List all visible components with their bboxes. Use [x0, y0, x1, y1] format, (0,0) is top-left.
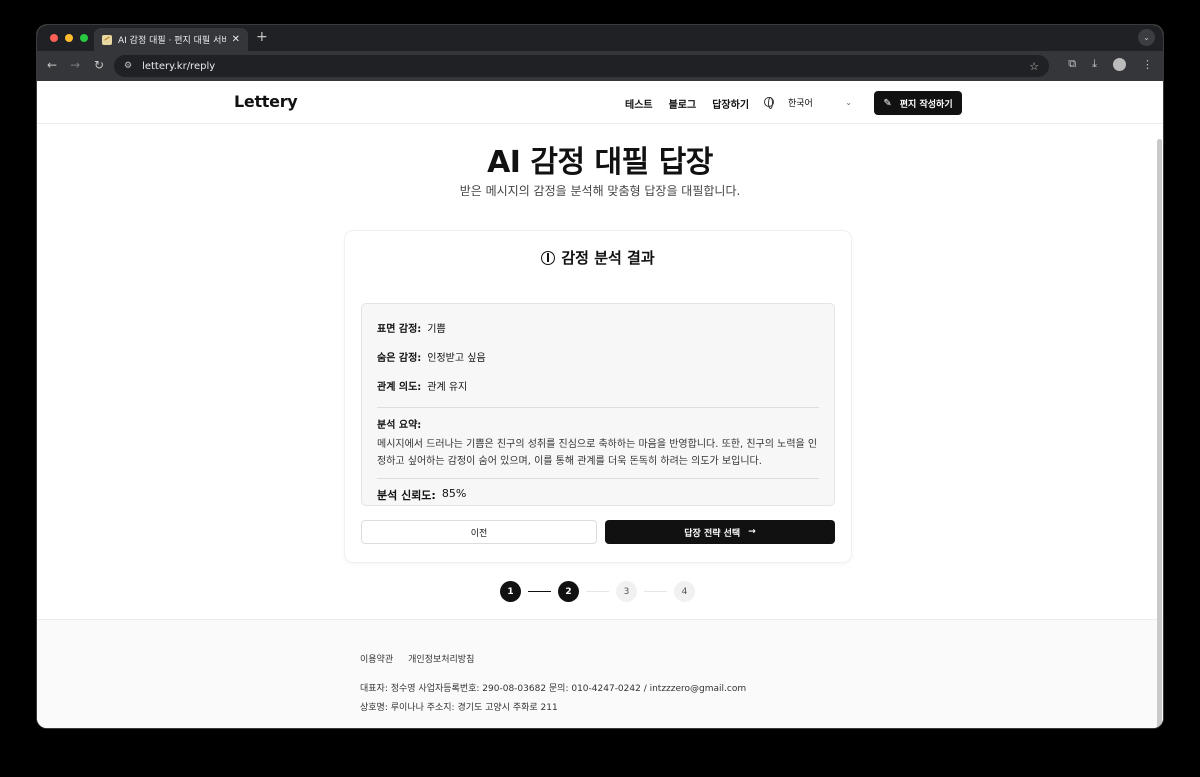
web-page: Lettery 테스트 블로그 답장하기 한국어 ⌄ ✎ 편지 작성하기 AI …: [37, 81, 1163, 728]
reload-icon[interactable]: ↻: [94, 58, 104, 72]
site-logo[interactable]: Lettery: [234, 92, 298, 111]
tab-search-icon[interactable]: ⌄: [1138, 29, 1155, 46]
brain-icon: [541, 250, 556, 265]
url-text: lettery.kr/reply: [142, 60, 216, 72]
nav-link-test[interactable]: 테스트: [625, 96, 653, 111]
language-select[interactable]: 한국어 ⌄: [784, 92, 856, 112]
page-title: AI 감정 대필 답장: [487, 145, 713, 180]
browser-window: AI 감정 대필 · 편지 대필 서비스 - L ✕ + ⌄ ← → ↻ ⚙ l…: [37, 25, 1163, 728]
step-2: 2: [558, 581, 579, 602]
browser-tab[interactable]: AI 감정 대필 · 편지 대필 서비스 - L ✕: [94, 28, 248, 51]
scrollbar[interactable]: [1157, 139, 1162, 728]
select-reply-strategy-button[interactable]: 답장 전략 선택 →: [605, 520, 835, 544]
profile-avatar[interactable]: [1113, 57, 1126, 71]
confidence-row: 분석 신뢰도: 85%: [377, 487, 819, 503]
confidence-label: 분석 신뢰도:: [377, 489, 436, 502]
analysis-heading: 감정 분석 결과: [345, 247, 851, 268]
pen-icon: ✎: [883, 97, 892, 109]
site-header: Lettery 테스트 블로그 답장하기 한국어 ⌄ ✎ 편지 작성하기: [37, 81, 1163, 124]
footer-links: 이용약관 개인정보처리방침: [360, 652, 474, 665]
language-value: 한국어: [788, 98, 813, 109]
step-connector: [528, 590, 551, 593]
hidden-emotion-label: 숨은 감정:: [377, 353, 422, 364]
hidden-emotion-value: 인정받고 싶음: [427, 353, 486, 364]
window-controls: [50, 34, 88, 42]
tab-bar: AI 감정 대필 · 편지 대필 서비스 - L ✕ + ⌄: [37, 25, 1163, 51]
tab-close-icon[interactable]: ✕: [232, 34, 240, 45]
download-icon[interactable]: ⤓: [1092, 57, 1097, 71]
new-tab-icon[interactable]: +: [256, 29, 268, 45]
surface-emotion-label: 표면 감정:: [377, 324, 422, 335]
analysis-result-box: 표면 감정: 기쁨 숨은 감정: 인정받고 싶음 관계 의도: 관계 유지 분석…: [361, 303, 835, 506]
step-4: 4: [674, 581, 695, 602]
analysis-heading-text: 감정 분석 결과: [561, 249, 655, 267]
hidden-emotion-row: 숨은 감정: 인정받고 싶음: [377, 349, 819, 364]
site-info-icon[interactable]: ⚙: [124, 61, 132, 71]
nav-link-reply[interactable]: 답장하기: [712, 96, 749, 111]
step-3: 3: [616, 581, 637, 602]
summary-label: 분석 요약:: [377, 420, 422, 431]
bookmark-star-icon[interactable]: ☆: [1029, 60, 1039, 73]
step-connector: [586, 590, 609, 593]
privacy-link[interactable]: 개인정보처리방침: [408, 652, 474, 665]
step-1: 1: [500, 581, 521, 602]
more-menu-icon[interactable]: ⋮: [1142, 58, 1153, 71]
globe-icon: [764, 97, 774, 109]
language-selector: 한국어 ⌄: [764, 92, 856, 112]
relationship-intent-label: 관계 의도:: [377, 382, 422, 393]
browser-toolbar: ← → ↻ ⚙ lettery.kr/reply ☆ ⧉ ⤓ ⋮: [37, 51, 1163, 81]
terms-link[interactable]: 이용약관: [360, 652, 393, 665]
arrow-right-icon: →: [748, 527, 756, 537]
extensions-icon[interactable]: ⧉: [1068, 57, 1076, 71]
surface-emotion-row: 표면 감정: 기쁨: [377, 320, 819, 335]
toolbar-actions: ⧉ ⤓ ⋮: [1068, 57, 1153, 71]
select-reply-strategy-label: 답장 전략 선택: [684, 528, 741, 539]
site-footer: 이용약관 개인정보처리방침 대표자: 정수영 사업자등록번호: 290-08-0…: [37, 619, 1163, 728]
minimize-window-button[interactable]: [65, 34, 73, 42]
page-subtitle: 받은 메시지의 감정을 분석해 맞춤형 답장을 대필합니다.: [459, 184, 741, 198]
previous-button[interactable]: 이전: [361, 520, 597, 544]
relationship-intent-row: 관계 의도: 관계 유지: [377, 378, 819, 393]
divider: [377, 478, 819, 479]
main-nav: 테스트 블로그 답장하기: [625, 96, 749, 111]
close-window-button[interactable]: [50, 34, 58, 42]
forward-icon[interactable]: →: [70, 58, 80, 72]
address-bar[interactable]: ⚙ lettery.kr/reply ☆: [114, 55, 1049, 77]
confidence-value: 85%: [441, 487, 467, 500]
nav-link-blog[interactable]: 블로그: [669, 96, 697, 111]
step-connector: [644, 590, 667, 593]
write-letter-button[interactable]: ✎ 편지 작성하기: [874, 91, 962, 115]
step-indicator: 1 2 3 4: [500, 581, 695, 602]
maximize-window-button[interactable]: [80, 34, 88, 42]
surface-emotion-value: 기쁨: [427, 324, 446, 335]
write-letter-label: 편지 작성하기: [899, 99, 953, 110]
divider: [377, 407, 819, 408]
chevron-down-icon: ⌄: [845, 97, 852, 107]
favicon-icon: [102, 34, 112, 45]
analysis-card: 감정 분석 결과 표면 감정: 기쁨 숨은 감정: 인정받고 싶음 관계 의도:…: [345, 231, 851, 562]
summary-text: 메시지에서 드러나는 기쁨은 친구의 성취를 진심으로 축하하는 마음을 반영합…: [377, 439, 818, 467]
back-icon[interactable]: ←: [47, 58, 57, 72]
relationship-intent-value: 관계 유지: [427, 382, 468, 393]
business-info: 대표자: 정수영 사업자등록번호: 290-08-03682 문의: 010-4…: [360, 684, 747, 694]
tab-title: AI 감정 대필 · 편지 대필 서비스 - L: [118, 36, 226, 46]
company-address: 상호명: 루이나나 주소지: 경기도 고양시 주화로 211: [360, 703, 558, 713]
